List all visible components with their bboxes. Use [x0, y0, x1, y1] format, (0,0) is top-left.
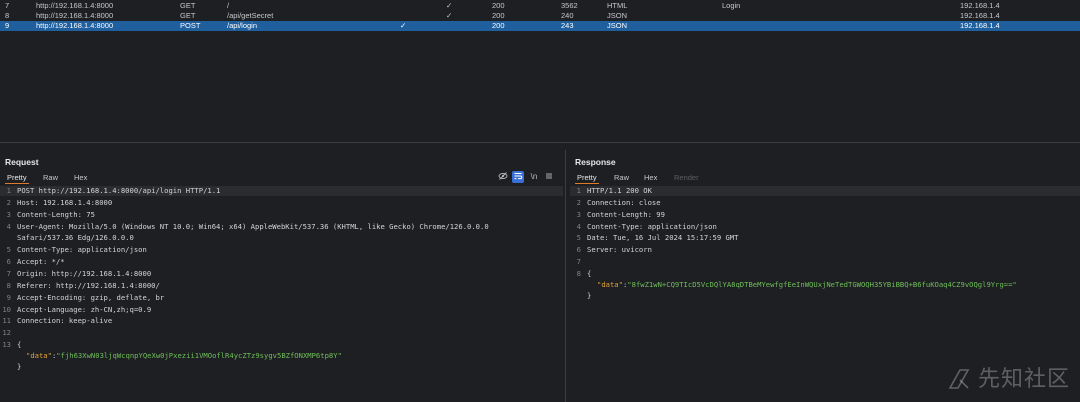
row-method: POST [180, 21, 201, 30]
row-status: 200 [492, 1, 505, 10]
code-line: 6 Server: uvicorn [576, 245, 652, 254]
http-history-table: 7 http://192.168.1.4:8000 GET / ✓ 200 35… [0, 0, 1080, 32]
row-ip: 192.168.1.4 [960, 11, 1000, 20]
row-params-check: ✓ [446, 1, 453, 10]
response-tab-pretty[interactable]: Pretty [575, 172, 599, 184]
code-line: 3 Content-Length: 99 [576, 210, 665, 219]
code-line: 2 Connection: close [576, 198, 661, 207]
vertical-splitter[interactable] [565, 150, 566, 402]
response-pane: Response Pretty Raw Hex Render 1 HTTP/1.1… [570, 150, 1080, 402]
history-row[interactable]: 8 http://192.168.1.4:8000 GET /api/getSe… [0, 11, 1080, 21]
row-url: / [227, 1, 230, 10]
code-line: 13{ [2, 340, 22, 349]
row-status: 200 [492, 21, 505, 30]
code-line: 11 Connection: keep-alive [2, 316, 113, 325]
row-id: 8 [5, 11, 10, 20]
row-url: /api/login [227, 21, 258, 30]
code-line: 5 Content-Type: application/json [6, 245, 147, 254]
history-row-selected[interactable]: 9 http://192.168.1.4:8000 POST /api/logi… [0, 21, 1080, 31]
row-params-check: ✓ [446, 11, 453, 20]
row-status: 200 [492, 11, 505, 20]
newline-icon[interactable]: \n [528, 171, 540, 183]
code-line: 7 Origin: http://192.168.1.4:8000 [6, 269, 152, 278]
code-line: 8{ [576, 269, 592, 278]
row-length: 243 [561, 21, 574, 30]
request-tab-hex[interactable]: Hex [72, 172, 89, 184]
row-host: http://192.168.1.4:8000 [36, 1, 114, 10]
row-method: GET [180, 1, 196, 10]
code-line: 7 [576, 257, 581, 266]
code-line: 9 Accept-Encoding: gzip, deflate, br [6, 293, 165, 302]
code-line: 10 Accept-Language: zh-CN,zh;q=0.9 [2, 305, 152, 314]
row-ip: 192.168.1.4 [960, 1, 1000, 10]
history-empty-area [0, 32, 1080, 142]
code-line: 1 POST http://192.168.1.4:8000/api/login … [0, 186, 563, 196]
response-tab-render: Render [674, 173, 699, 182]
code-line: 4 User-Agent: Mozilla/5.0 (Windows NT 10.… [6, 222, 489, 231]
row-id: 9 [5, 21, 10, 30]
json-value: "8fwZ1wN+CQ9TIcD5VcDQlYA8qDTBeMYewfgfEeI… [627, 280, 1017, 289]
response-tab-raw[interactable]: Raw [612, 172, 631, 184]
code-line: 1 HTTP/1.1 200 OK [570, 186, 1080, 196]
response-tab-hex[interactable]: Hex [642, 172, 659, 184]
row-title: Login [722, 1, 741, 10]
row-host: http://192.168.1.4:8000 [36, 21, 114, 30]
row-edited-check: ✓ [400, 21, 407, 30]
xianzhi-logo-icon [948, 369, 970, 389]
code-line-json: "data":"8fwZ1wN+CQ9TIcD5VcDQlYA8qDTBeMYe… [597, 280, 1017, 289]
request-tab-raw[interactable]: Raw [41, 172, 60, 184]
code-line-json: "data":"fjh63XwN03ljqWcqnpYQeXw0jPxezii1… [26, 351, 342, 360]
eye-slash-icon[interactable] [497, 171, 509, 183]
row-mime: JSON [607, 21, 628, 30]
code-line-wrapped: Safari/537.36 Edg/126.0.0.0 [17, 233, 134, 242]
code-line: 12 [2, 328, 11, 337]
request-editor[interactable]: 1 POST http://192.168.1.4:8000/api/login … [0, 185, 563, 402]
menu-icon[interactable] [543, 171, 555, 183]
wrap-icon[interactable] [512, 171, 524, 183]
request-toolbar: \n [497, 171, 557, 183]
request-pane: Request Pretty Raw Hex \n 1 POST http://1… [0, 150, 563, 402]
horizontal-splitter[interactable] [0, 142, 1080, 143]
watermark-text: 先知社区 [978, 367, 1071, 392]
watermark: 先知社区 [948, 366, 1071, 394]
request-title: Request [5, 157, 39, 167]
code-line: 4 Content-Type: application/json [576, 222, 717, 231]
json-key: "data" [26, 351, 52, 360]
code-line: 6 Accept: */* [6, 257, 65, 266]
code-line: } [17, 362, 22, 371]
code-line: 2 Host: 192.168.1.4:8000 [6, 198, 113, 207]
row-mime: JSON [607, 11, 628, 20]
request-tab-pretty[interactable]: Pretty [5, 172, 29, 184]
row-ip: 192.168.1.4 [960, 21, 1000, 30]
row-id: 7 [5, 1, 10, 10]
row-method: GET [180, 11, 196, 20]
code-line: 5 Date: Tue, 16 Jul 2024 15:17:59 GMT [576, 233, 739, 242]
code-line: } [587, 291, 592, 300]
row-url: /api/getSecret [227, 11, 274, 20]
row-length: 240 [561, 11, 574, 20]
json-value: "fjh63XwN03ljqWcqnpYQeXw0jPxezii1VMOoflR… [56, 351, 342, 360]
row-host: http://192.168.1.4:8000 [36, 11, 114, 20]
code-line: 8 Referer: http://192.168.1.4:8000/ [6, 281, 160, 290]
response-title: Response [575, 157, 616, 167]
history-row[interactable]: 7 http://192.168.1.4:8000 GET / ✓ 200 35… [0, 1, 1080, 11]
code-line: 3 Content-Length: 75 [6, 210, 95, 219]
row-mime: HTML [607, 1, 628, 10]
row-length: 3562 [561, 1, 578, 10]
json-key: "data" [597, 280, 623, 289]
